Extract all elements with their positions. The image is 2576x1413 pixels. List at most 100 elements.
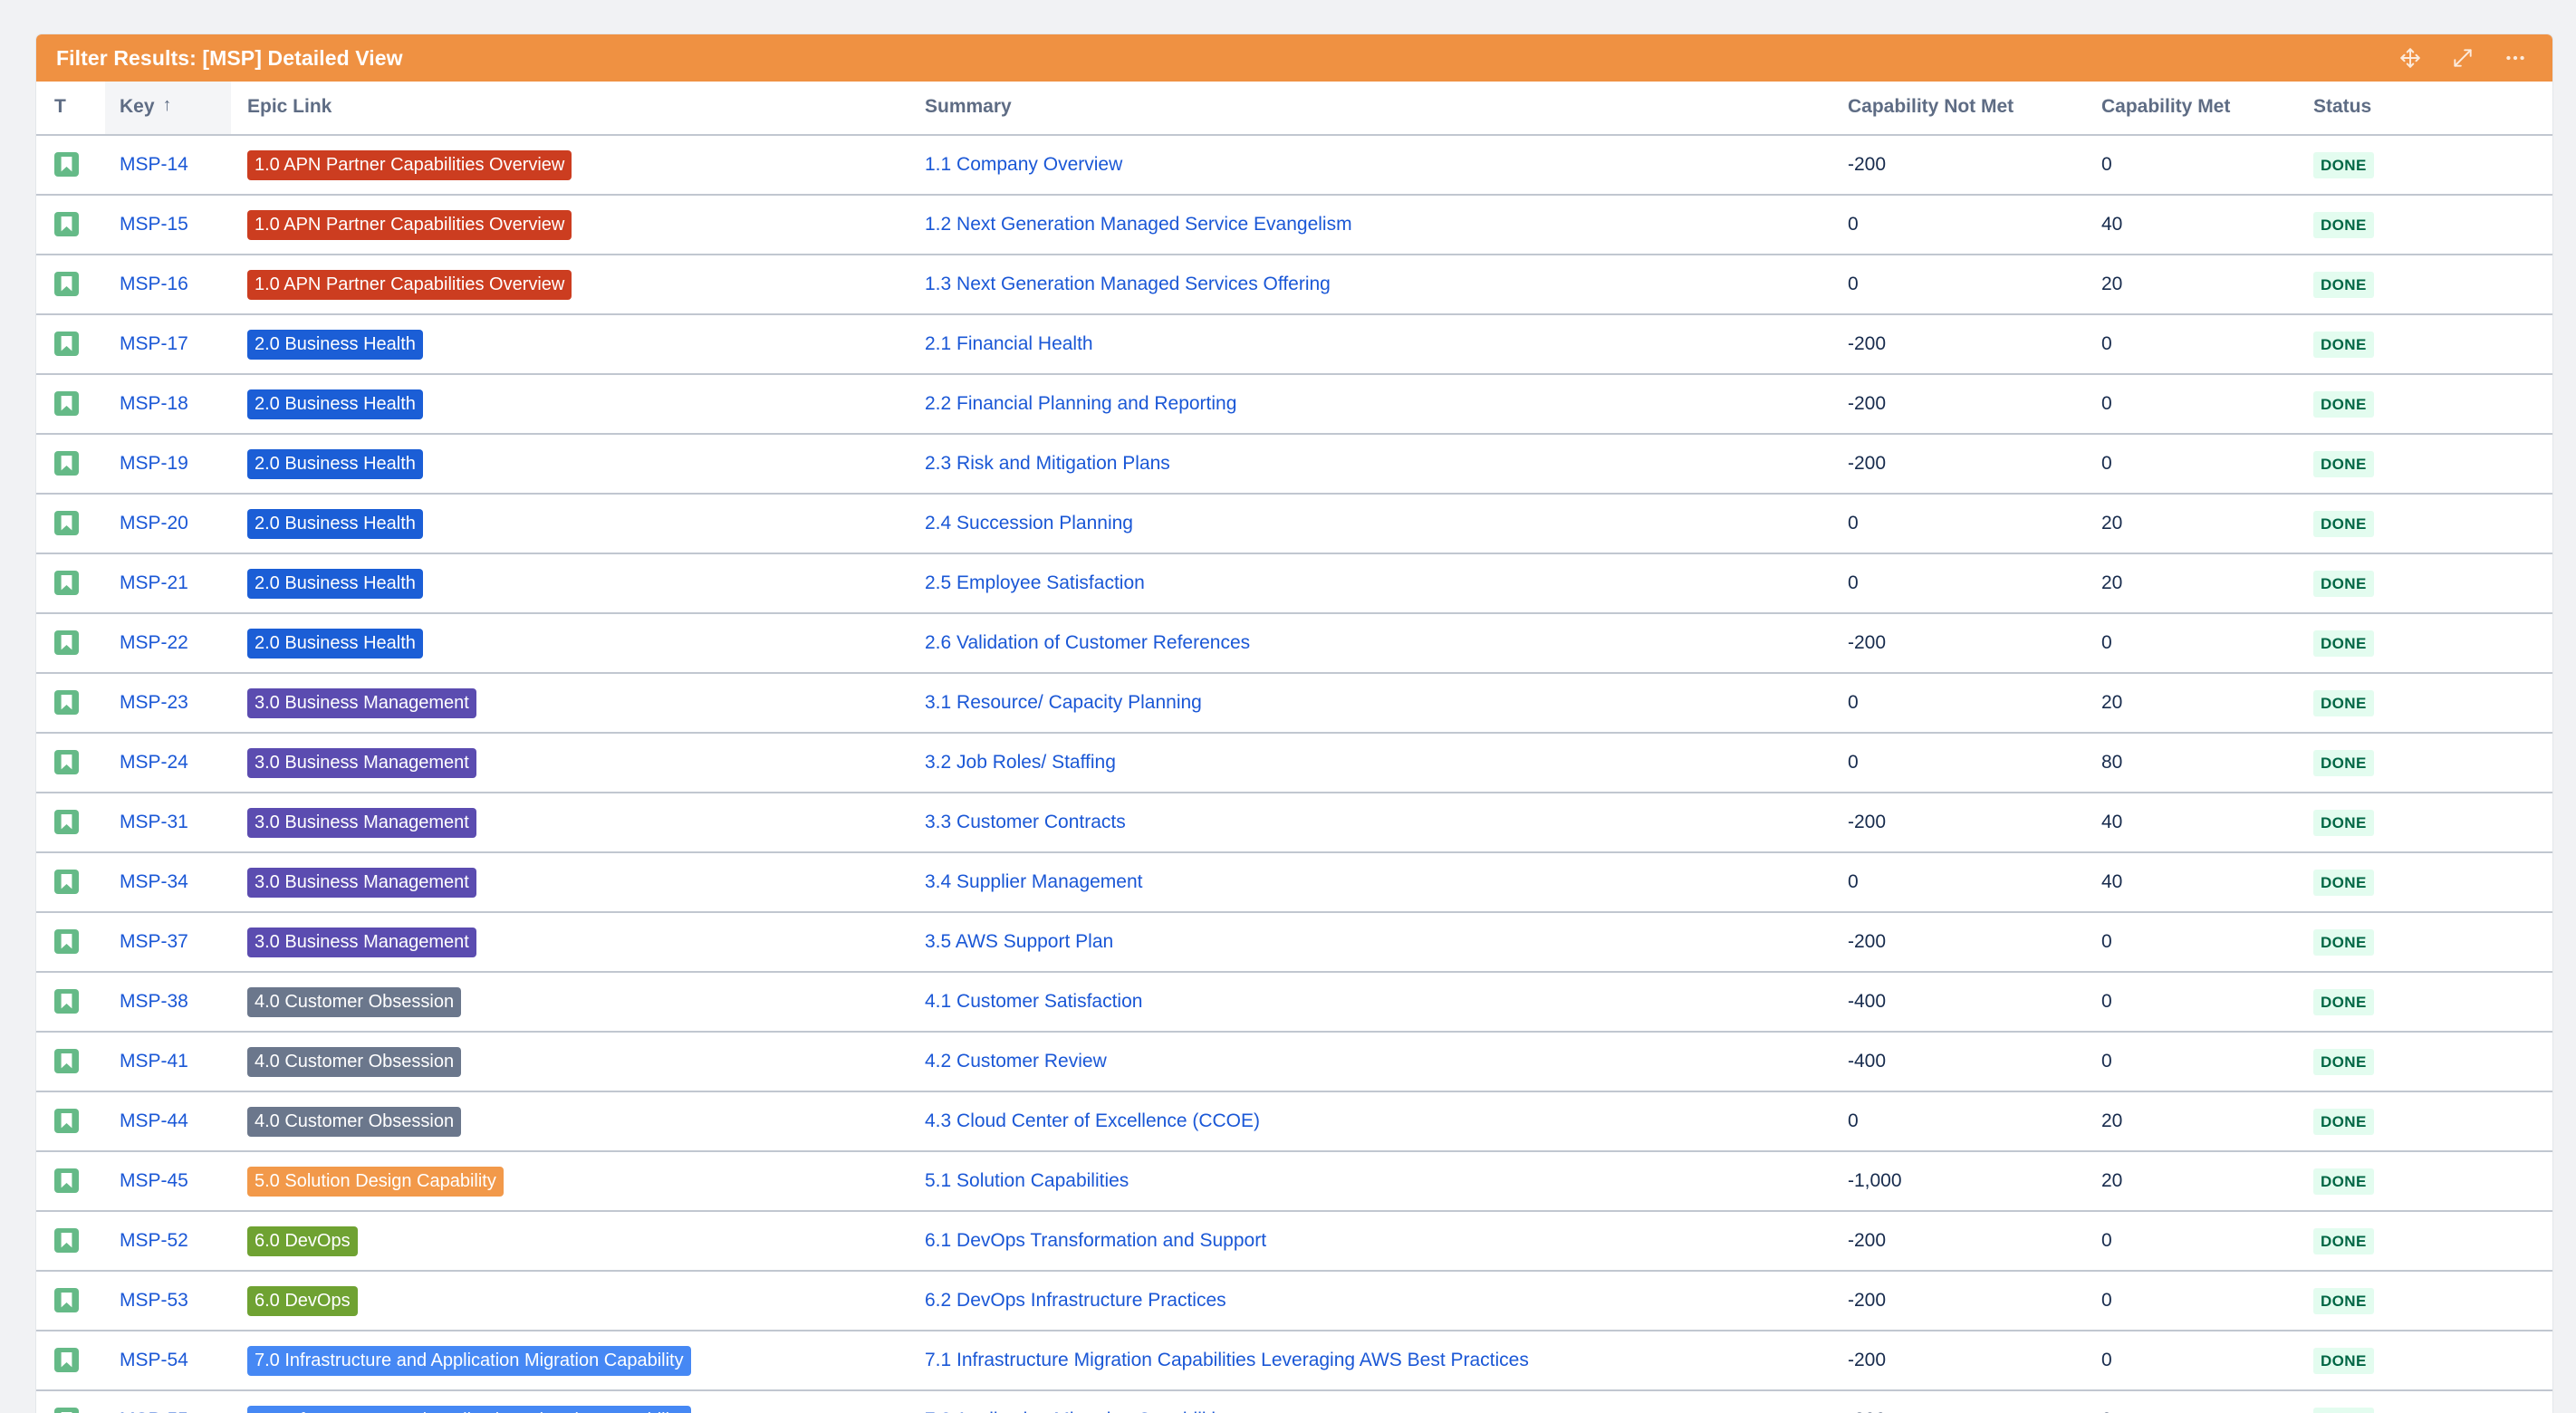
status-badge[interactable]: DONE: [2313, 630, 2374, 657]
status-badge[interactable]: DONE: [2313, 690, 2374, 716]
issue-key-link[interactable]: MSP-14: [120, 154, 188, 175]
status-badge[interactable]: DONE: [2313, 1288, 2374, 1314]
status-badge[interactable]: DONE: [2313, 451, 2374, 477]
issue-key-link[interactable]: MSP-44: [120, 1110, 188, 1131]
summary-link[interactable]: 3.1 Resource/ Capacity Planning: [925, 692, 1202, 713]
epic-link-badge[interactable]: 3.0 Business Management: [247, 748, 476, 778]
epic-link-badge[interactable]: 2.0 Business Health: [247, 509, 423, 539]
summary-link[interactable]: 3.3 Customer Contracts: [925, 812, 1126, 832]
status-badge[interactable]: DONE: [2313, 212, 2374, 238]
expand-icon[interactable]: [2449, 44, 2476, 72]
epic-link-badge[interactable]: 1.0 APN Partner Capabilities Overview: [247, 210, 572, 240]
column-header-key[interactable]: Key ↑: [105, 82, 231, 135]
epic-link-badge[interactable]: 1.0 APN Partner Capabilities Overview: [247, 150, 572, 180]
status-badge[interactable]: DONE: [2313, 571, 2374, 597]
epic-link-badge[interactable]: 2.0 Business Health: [247, 569, 423, 599]
summary-link[interactable]: 2.4 Succession Planning: [925, 513, 1133, 533]
epic-link-badge[interactable]: 6.0 DevOps: [247, 1226, 358, 1256]
epic-link-badge[interactable]: 6.0 DevOps: [247, 1286, 358, 1316]
epic-link-badge[interactable]: 3.0 Business Management: [247, 868, 476, 898]
summary-link[interactable]: 2.1 Financial Health: [925, 333, 1093, 354]
status-badge[interactable]: DONE: [2313, 1348, 2374, 1374]
epic-link-badge[interactable]: 3.0 Business Management: [247, 688, 476, 718]
issue-key-link[interactable]: MSP-45: [120, 1170, 188, 1191]
cell-status: DONE: [2299, 1211, 2552, 1271]
column-header-capability-met[interactable]: Capability Met: [2087, 82, 2299, 135]
issue-key-link[interactable]: MSP-38: [120, 991, 188, 1012]
summary-link[interactable]: 6.1 DevOps Transformation and Support: [925, 1230, 1266, 1251]
epic-link-badge[interactable]: 2.0 Business Health: [247, 449, 423, 479]
epic-link-badge[interactable]: 5.0 Solution Design Capability: [247, 1167, 504, 1197]
more-options-icon[interactable]: [2502, 44, 2529, 72]
status-badge[interactable]: DONE: [2313, 989, 2374, 1015]
summary-link[interactable]: 4.2 Customer Review: [925, 1051, 1107, 1072]
status-badge[interactable]: DONE: [2313, 750, 2374, 776]
issue-key-link[interactable]: MSP-37: [120, 931, 188, 952]
status-badge[interactable]: DONE: [2313, 152, 2374, 178]
summary-link[interactable]: 4.1 Customer Satisfaction: [925, 991, 1142, 1012]
summary-link[interactable]: 6.2 DevOps Infrastructure Practices: [925, 1290, 1226, 1311]
move-icon[interactable]: [2397, 44, 2424, 72]
summary-link[interactable]: 7.2 Application Migration Capabilities: [925, 1409, 1235, 1413]
epic-link-badge[interactable]: 2.0 Business Health: [247, 389, 423, 419]
status-badge[interactable]: DONE: [2313, 332, 2374, 358]
summary-link[interactable]: 5.1 Solution Capabilities: [925, 1170, 1129, 1191]
issue-key-link[interactable]: MSP-15: [120, 214, 188, 235]
issue-key-link[interactable]: MSP-16: [120, 274, 188, 294]
summary-link[interactable]: 1.3 Next Generation Managed Services Off…: [925, 274, 1331, 294]
summary-link[interactable]: 2.6 Validation of Customer References: [925, 632, 1250, 653]
summary-link[interactable]: 3.4 Supplier Management: [925, 871, 1143, 892]
issue-key-link[interactable]: MSP-17: [120, 333, 188, 354]
summary-link[interactable]: 3.2 Job Roles/ Staffing: [925, 752, 1116, 773]
status-badge[interactable]: DONE: [2313, 1168, 2374, 1195]
summary-link[interactable]: 7.1 Infrastructure Migration Capabilitie…: [925, 1350, 1529, 1370]
epic-link-badge[interactable]: 2.0 Business Health: [247, 629, 423, 658]
issue-key-link[interactable]: MSP-52: [120, 1230, 188, 1251]
status-badge[interactable]: DONE: [2313, 1228, 2374, 1254]
summary-link[interactable]: 1.2 Next Generation Managed Service Evan…: [925, 214, 1352, 235]
epic-link-badge[interactable]: 7.0 Infrastructure and Application Migra…: [247, 1346, 691, 1376]
status-badge[interactable]: DONE: [2313, 391, 2374, 418]
status-badge[interactable]: DONE: [2313, 272, 2374, 298]
summary-link[interactable]: 3.5 AWS Support Plan: [925, 931, 1113, 952]
issue-key-link[interactable]: MSP-24: [120, 752, 188, 773]
epic-link-badge[interactable]: 4.0 Customer Obsession: [247, 1047, 461, 1077]
issue-key-link[interactable]: MSP-21: [120, 572, 188, 593]
summary-link[interactable]: 2.5 Employee Satisfaction: [925, 572, 1145, 593]
issue-key-link[interactable]: MSP-22: [120, 632, 188, 653]
status-badge[interactable]: DONE: [2313, 511, 2374, 537]
issue-key-link[interactable]: MSP-53: [120, 1290, 188, 1311]
issue-key-link[interactable]: MSP-54: [120, 1350, 188, 1370]
epic-link-badge[interactable]: 4.0 Customer Obsession: [247, 987, 461, 1017]
epic-link-badge[interactable]: 3.0 Business Management: [247, 808, 476, 838]
issue-key-link[interactable]: MSP-19: [120, 453, 188, 474]
epic-link-badge[interactable]: 1.0 APN Partner Capabilities Overview: [247, 270, 572, 300]
summary-link[interactable]: 2.2 Financial Planning and Reporting: [925, 393, 1236, 414]
column-header-status[interactable]: Status: [2299, 82, 2552, 135]
epic-link-badge[interactable]: 2.0 Business Health: [247, 330, 423, 360]
status-badge[interactable]: DONE: [2313, 929, 2374, 956]
epic-link-badge[interactable]: 7.0 Infrastructure and Application Migra…: [247, 1406, 691, 1413]
column-header-capability-not-met[interactable]: Capability Not Met: [1833, 82, 2087, 135]
issue-key-link[interactable]: MSP-31: [120, 812, 188, 832]
issue-key-link[interactable]: MSP-23: [120, 692, 188, 713]
status-badge[interactable]: DONE: [2313, 1109, 2374, 1135]
summary-link[interactable]: 4.3 Cloud Center of Excellence (CCOE): [925, 1110, 1260, 1131]
column-header-epic-link[interactable]: Epic Link: [231, 82, 908, 135]
status-badge[interactable]: DONE: [2313, 1049, 2374, 1075]
epic-link-badge[interactable]: 4.0 Customer Obsession: [247, 1107, 461, 1137]
issue-key-link[interactable]: MSP-20: [120, 513, 188, 533]
summary-link[interactable]: 1.1 Company Overview: [925, 154, 1122, 175]
status-badge[interactable]: DONE: [2313, 1408, 2374, 1413]
column-header-summary[interactable]: Summary: [908, 82, 1833, 135]
issue-key-link[interactable]: MSP-18: [120, 393, 188, 414]
column-header-type[interactable]: T: [36, 82, 105, 135]
summary-link[interactable]: 2.3 Risk and Mitigation Plans: [925, 453, 1170, 474]
cell-epic-link: 4.0 Customer Obsession: [231, 972, 908, 1032]
issue-key-link[interactable]: MSP-41: [120, 1051, 188, 1072]
status-badge[interactable]: DONE: [2313, 810, 2374, 836]
issue-key-link[interactable]: MSP-55: [120, 1409, 188, 1413]
status-badge[interactable]: DONE: [2313, 870, 2374, 896]
epic-link-badge[interactable]: 3.0 Business Management: [247, 928, 476, 957]
issue-key-link[interactable]: MSP-34: [120, 871, 188, 892]
